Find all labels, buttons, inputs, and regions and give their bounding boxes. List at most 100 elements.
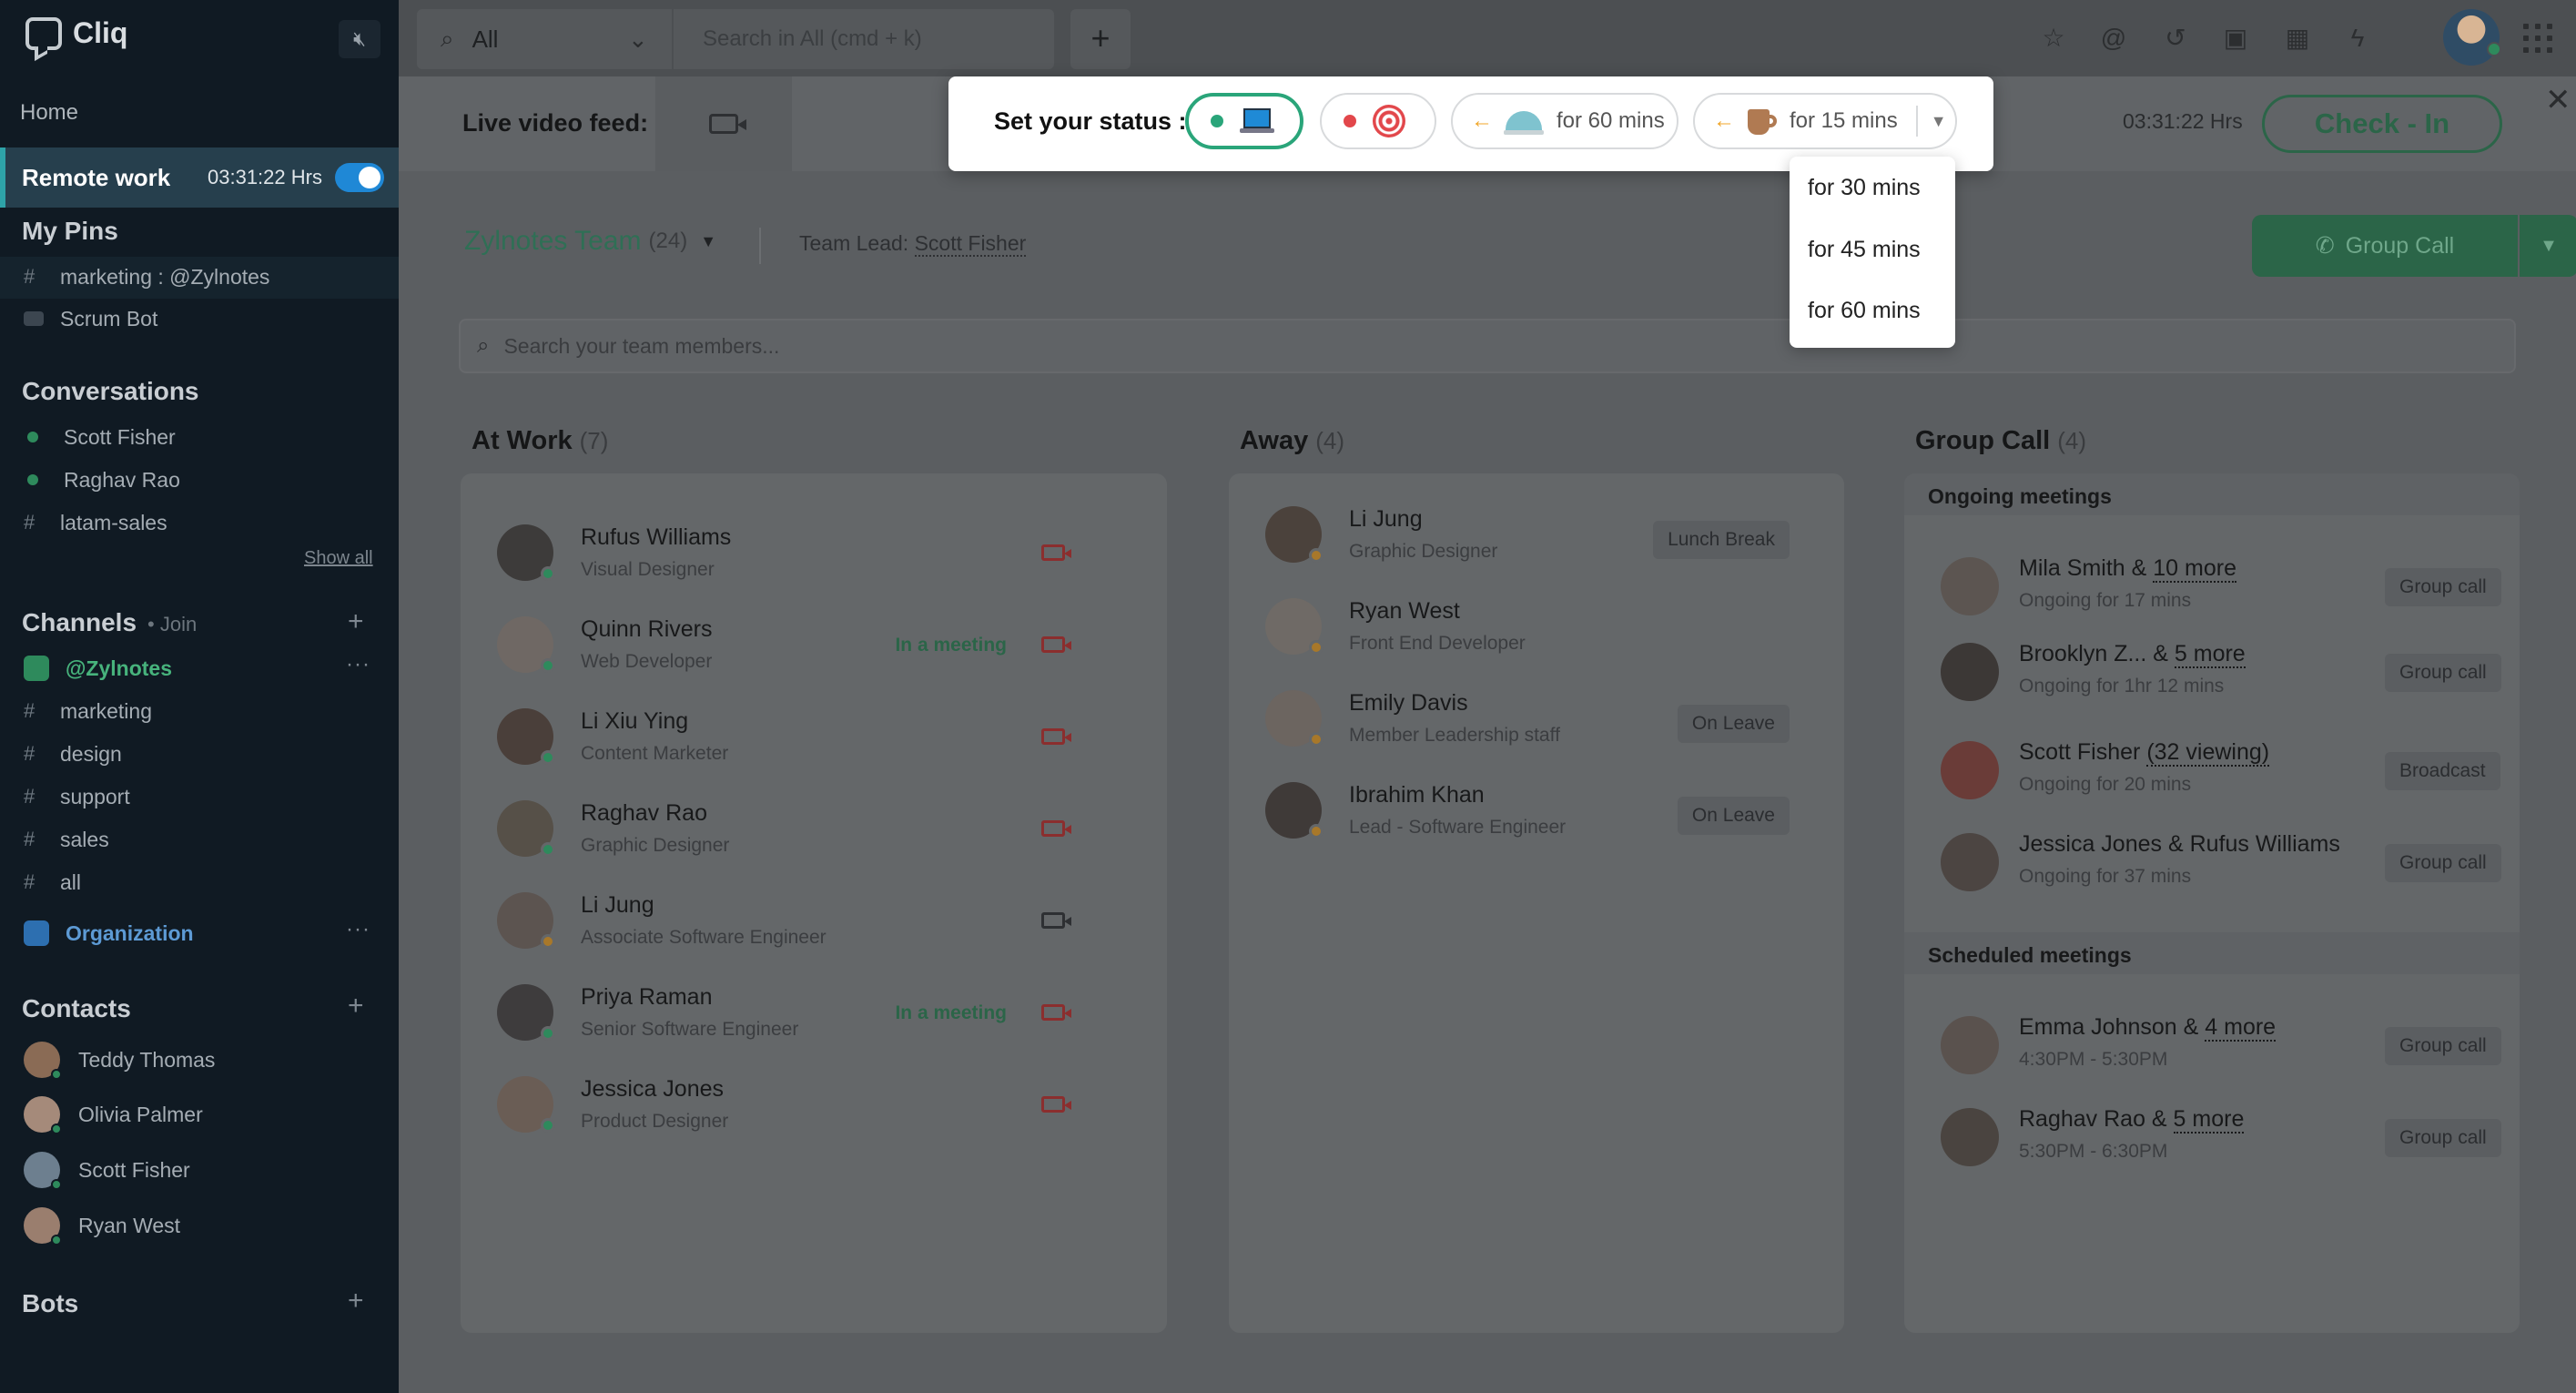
join-channels-link[interactable]: • Join xyxy=(147,613,197,635)
meeting-row[interactable]: Brooklyn Z... & 5 more Ongoing for 1hr 1… xyxy=(1941,639,2501,707)
contact-scott-fisher[interactable]: Scott Fisher xyxy=(24,1150,190,1190)
close-icon[interactable]: ✕ xyxy=(2545,82,2571,118)
contact-olivia-palmer[interactable]: Olivia Palmer xyxy=(24,1094,203,1134)
caret-down-icon[interactable]: ▼ xyxy=(1931,112,1947,131)
user-avatar[interactable] xyxy=(2443,9,2501,66)
video-call-icon[interactable] xyxy=(1041,820,1071,837)
member-name: Ibrahim Khan xyxy=(1349,782,1485,808)
history-icon[interactable]: ↺ xyxy=(2159,22,2192,55)
calendar-icon[interactable]: ▦ xyxy=(2281,22,2314,55)
conversation-raghav-rao[interactable]: Raghav Rao xyxy=(24,462,388,498)
video-call-icon[interactable] xyxy=(1041,544,1071,561)
add-bot-button[interactable]: + xyxy=(348,1286,364,1317)
team-lead-name[interactable]: Scott Fisher xyxy=(914,231,1027,257)
search-scope-select[interactable]: All xyxy=(472,25,582,54)
channel-sales[interactable]: # sales xyxy=(24,821,388,858)
member-row[interactable]: Jessica Jones Product Designer xyxy=(497,1074,1116,1142)
contact-ryan-west[interactable]: Ryan West xyxy=(24,1205,180,1246)
member-row[interactable]: Li Xiu Ying Content Marketer xyxy=(497,707,1116,774)
channel-support[interactable]: # support xyxy=(24,778,388,815)
video-call-icon[interactable] xyxy=(1041,636,1071,653)
search-input[interactable]: Search in All (cmd + k) xyxy=(703,26,922,52)
member-role: Member Leadership staff xyxy=(1349,725,1560,746)
status-chip-lunch[interactable]: ← for 60 mins xyxy=(1451,93,1678,149)
channel-design[interactable]: # design xyxy=(24,736,388,772)
add-channel-button[interactable]: + xyxy=(348,606,364,637)
team-selector[interactable]: Zylnotes Team (24) ▼ xyxy=(464,226,716,257)
remote-work-status[interactable]: Remote work 03:31:22 Hrs xyxy=(0,147,399,208)
app-logo[interactable]: Cliq xyxy=(25,16,127,50)
remote-work-toggle[interactable] xyxy=(335,163,384,192)
sidebar-pin-scrum-bot[interactable]: Scrum Bot xyxy=(24,300,388,337)
member-row[interactable]: Ibrahim Khan Lead - Software Engineer On… xyxy=(1265,780,1830,848)
mute-toggle-button[interactable]: 🔇︎ xyxy=(339,20,380,58)
member-row[interactable]: Rufus Williams Visual Designer xyxy=(497,523,1116,590)
mention-icon[interactable]: @ xyxy=(2097,22,2130,55)
member-row[interactable]: Emily Davis Member Leadership staff On L… xyxy=(1265,688,1830,756)
member-row[interactable]: Li Jung Graphic Designer Lunch Break xyxy=(1265,504,1830,572)
ongoing-meetings-title: Ongoing meetings xyxy=(1928,484,2112,508)
avatar xyxy=(24,1096,62,1134)
duration-option[interactable]: for 45 mins xyxy=(1808,237,1921,263)
more-options-icon[interactable]: ··· xyxy=(346,652,370,677)
team-search-input[interactable]: Search your team members... xyxy=(503,334,779,359)
join-meeting-button[interactable]: Group call xyxy=(2385,1027,2501,1065)
group-call-dropdown[interactable]: ▼ xyxy=(2520,215,2576,277)
live-video-feed-toggle[interactable] xyxy=(655,76,792,171)
duration-option[interactable]: for 60 mins xyxy=(1808,298,1921,324)
group-call-button[interactable]: ✆ Group Call xyxy=(2252,215,2518,277)
add-contact-button[interactable]: + xyxy=(348,991,364,1022)
meeting-row[interactable]: Jessica Jones & Rufus Williams Ongoing f… xyxy=(1941,829,2501,897)
conversation-scott-fisher[interactable]: Scott Fisher xyxy=(24,419,388,455)
more-participants-link[interactable]: 5 more xyxy=(2174,641,2246,668)
meeting-row[interactable]: Mila Smith & 10 more Ongoing for 17 mins… xyxy=(1941,554,2501,621)
plug-icon[interactable]: ϟ xyxy=(2341,22,2374,55)
channel-marketing[interactable]: # marketing xyxy=(24,693,388,729)
member-row[interactable]: Raghav Rao Graphic Designer xyxy=(497,798,1116,866)
more-options-icon[interactable]: ··· xyxy=(346,917,370,942)
status-chip-available[interactable] xyxy=(1185,93,1303,149)
duration-option[interactable]: for 30 mins xyxy=(1808,175,1921,201)
join-meeting-button[interactable]: Group call xyxy=(2385,1119,2501,1157)
member-row[interactable]: Ryan West Front End Developer xyxy=(1265,596,1830,664)
join-broadcast-button[interactable]: Broadcast xyxy=(2385,752,2500,790)
chevron-down-icon[interactable]: ⌄ xyxy=(628,25,648,54)
sidebar-pin-marketing[interactable]: # marketing : @Zylnotes xyxy=(24,259,388,295)
channel-group-zylnotes[interactable]: @Zylnotes xyxy=(24,650,388,686)
viewers-link[interactable]: (32 viewing) xyxy=(2146,739,2270,767)
clipboard-icon[interactable]: ▣ xyxy=(2219,22,2252,55)
status-chip-busy[interactable] xyxy=(1320,93,1436,149)
join-meeting-button[interactable]: Group call xyxy=(2385,844,2501,882)
video-call-icon[interactable] xyxy=(1041,1096,1071,1113)
join-meeting-button[interactable]: Group call xyxy=(2385,654,2501,692)
channel-organization[interactable]: Organization xyxy=(24,915,388,951)
more-participants-link[interactable]: 10 more xyxy=(2153,555,2236,583)
channel-all[interactable]: # all xyxy=(24,864,388,900)
hash-icon: # xyxy=(24,828,35,850)
member-row[interactable]: Li Jung Associate Software Engineer xyxy=(497,890,1116,958)
team-search[interactable]: ⌕ Search your team members... xyxy=(459,319,2516,373)
apps-grid-icon[interactable] xyxy=(2523,24,2552,53)
video-off-icon[interactable] xyxy=(1041,912,1071,929)
hash-icon: # xyxy=(24,742,35,765)
away-status-icon xyxy=(1309,640,1323,655)
check-in-button[interactable]: Check - In xyxy=(2262,95,2502,153)
conversation-latam-sales[interactable]: # latam-sales xyxy=(24,504,388,541)
sidebar-item-home[interactable]: Home xyxy=(20,100,78,126)
member-row[interactable]: Quinn Rivers Web Developer In a meeting xyxy=(497,615,1116,682)
video-call-icon[interactable] xyxy=(1041,728,1071,745)
status-chip-coffee[interactable]: ← for 15 mins ▼ xyxy=(1693,93,1957,149)
more-participants-link[interactable]: 5 more xyxy=(2173,1106,2245,1134)
star-icon[interactable]: ☆ xyxy=(2037,22,2070,55)
show-all-link[interactable]: Show all xyxy=(304,548,373,569)
member-row[interactable]: Priya Raman Senior Software Engineer In … xyxy=(497,982,1116,1050)
join-meeting-button[interactable]: Group call xyxy=(2385,568,2501,606)
more-participants-link[interactable]: 4 more xyxy=(2205,1014,2277,1042)
contact-name: Olivia Palmer xyxy=(78,1102,203,1126)
create-new-button[interactable]: + xyxy=(1070,9,1131,69)
contact-teddy-thomas[interactable]: Teddy Thomas xyxy=(24,1040,215,1080)
video-call-icon[interactable] xyxy=(1041,1004,1071,1021)
meeting-row[interactable]: Emma Johnson & 4 more 4:30PM - 5:30PM Gr… xyxy=(1941,1012,2501,1080)
meeting-row[interactable]: Raghav Rao & 5 more 5:30PM - 6:30PM Grou… xyxy=(1941,1104,2501,1172)
meeting-row[interactable]: Scott Fisher (32 viewing) Ongoing for 20… xyxy=(1941,737,2500,805)
